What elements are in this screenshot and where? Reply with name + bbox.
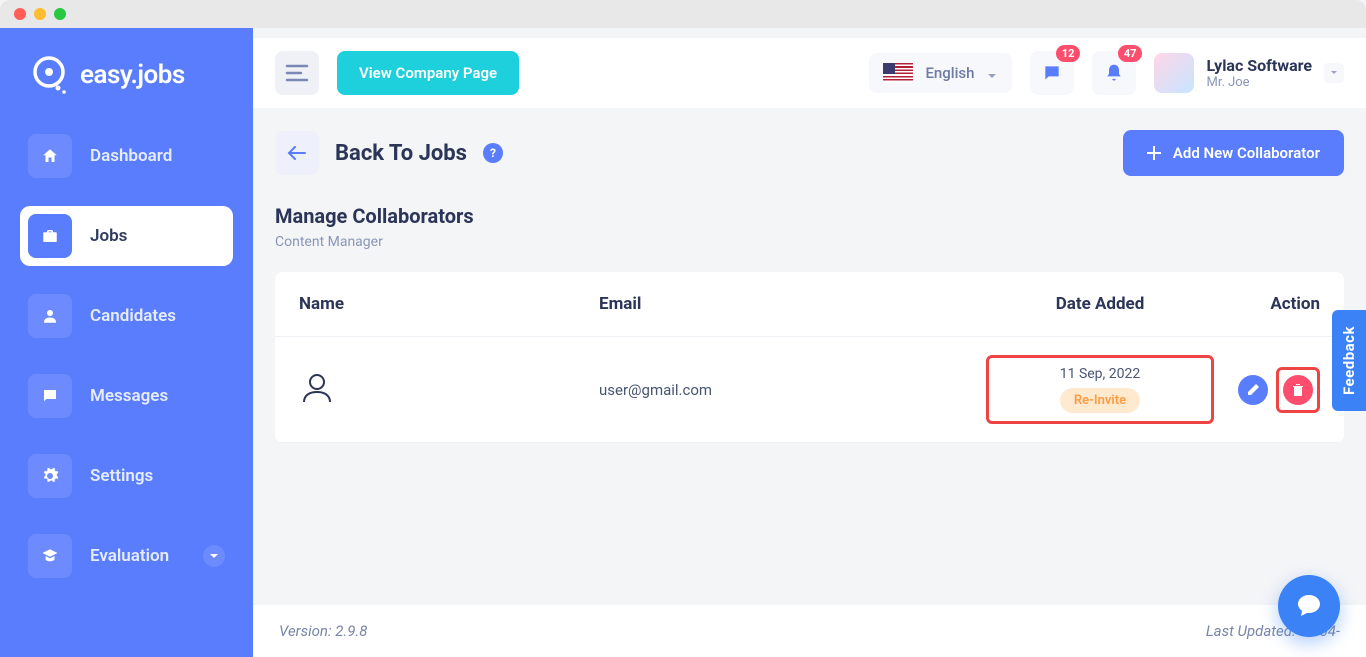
chevron-down-icon [1324,63,1344,83]
edit-button[interactable] [1238,375,1268,405]
view-company-button[interactable]: View Company Page [337,51,519,95]
chat-widget[interactable] [1278,575,1340,637]
window-min-dot[interactable] [34,8,46,20]
add-collaborator-button[interactable]: Add New Collaborator [1123,130,1344,176]
version-text: Version: 2.9.8 [279,622,367,640]
sidebar-item-label: Settings [90,466,153,486]
col-date: Date Added [1000,294,1200,314]
sidebar-item-label: Candidates [90,306,176,326]
pencil-icon [1246,383,1260,397]
row-avatar [299,370,599,410]
logo-text: easy.jobs [80,60,185,90]
section-title: Manage Collaborators [275,204,1344,228]
user-menu[interactable]: Lylac Software Mr. Joe [1154,53,1344,93]
row-date-cell: 11 Sep, 2022 Re-Invite [986,355,1214,424]
notifications-button[interactable]: 47 [1092,51,1136,95]
menu-toggle[interactable] [275,51,319,95]
add-button-label: Add New Collaborator [1173,144,1320,162]
row-email: user@gmail.com [599,381,1000,399]
home-icon [28,134,72,178]
row-actions [1200,367,1320,413]
table-header: Name Email Date Added Action [275,272,1344,337]
collaborators-table: Name Email Date Added Action user@gmail.… [275,272,1344,443]
sidebar-item-evaluation[interactable]: Evaluation [20,526,233,586]
sidebar-item-dashboard[interactable]: Dashboard [20,126,233,186]
flag-us-icon [883,63,913,83]
topbar: View Company Page English 12 47 Lylac So… [253,38,1366,108]
sidebar-item-label: Evaluation [90,546,169,566]
bell-icon [1104,63,1124,83]
window-chrome [0,0,1366,28]
sidebar-item-label: Dashboard [90,146,172,166]
page-title: Back To Jobs [335,141,467,166]
language-select[interactable]: English [869,53,1012,93]
window-max-dot[interactable] [54,8,66,20]
user-name: Mr. Joe [1206,75,1312,90]
table-row: user@gmail.com 11 Sep, 2022 Re-Invite [275,337,1344,443]
messages-button[interactable]: 12 [1030,51,1074,95]
language-label: English [925,64,974,82]
col-email: Email [599,294,1000,314]
sidebar-item-settings[interactable]: Settings [20,446,233,506]
company-name: Lylac Software [1206,56,1312,75]
delete-button[interactable] [1283,375,1313,405]
sidebar-item-candidates[interactable]: Candidates [20,286,233,346]
delete-highlight [1276,367,1320,413]
person-icon [299,370,335,406]
logo-icon [28,54,70,96]
notifications-badge: 47 [1118,45,1143,62]
page-header: Back To Jobs ? Add New Collaborator [275,130,1344,176]
logo[interactable]: easy.jobs [0,46,253,126]
chat-bubble-icon [1295,592,1323,620]
user-icon [28,294,72,338]
col-name: Name [299,294,599,314]
messages-badge: 12 [1056,45,1081,62]
trash-icon [1291,383,1305,397]
sidebar-item-label: Messages [90,386,168,406]
graduation-icon [28,534,72,578]
col-action: Action [1200,294,1320,314]
sidebar: easy.jobs Dashboard Jobs Candidates Mess… [0,28,253,657]
message-icon [1042,63,1062,83]
gear-icon [28,454,72,498]
avatar [1154,53,1194,93]
footer: Version: 2.9.8 Last Updated: 09-04- [253,605,1366,657]
sidebar-item-label: Jobs [90,226,127,246]
chevron-down-icon [986,67,998,79]
briefcase-icon [28,214,72,258]
feedback-tab[interactable]: Feedback [1332,310,1366,411]
main: View Company Page English 12 47 Lylac So… [253,28,1366,657]
sidebar-item-jobs[interactable]: Jobs [20,206,233,266]
help-icon[interactable]: ? [483,143,503,163]
chevron-down-icon [203,545,225,567]
plus-icon [1147,146,1161,160]
chat-icon [28,374,72,418]
reinvite-button[interactable]: Re-Invite [1060,388,1140,413]
row-date: 11 Sep, 2022 [1060,366,1141,382]
window-close-dot[interactable] [14,8,26,20]
section-subtitle: Content Manager [275,234,1344,250]
sidebar-item-messages[interactable]: Messages [20,366,233,426]
back-button[interactable] [275,131,319,175]
